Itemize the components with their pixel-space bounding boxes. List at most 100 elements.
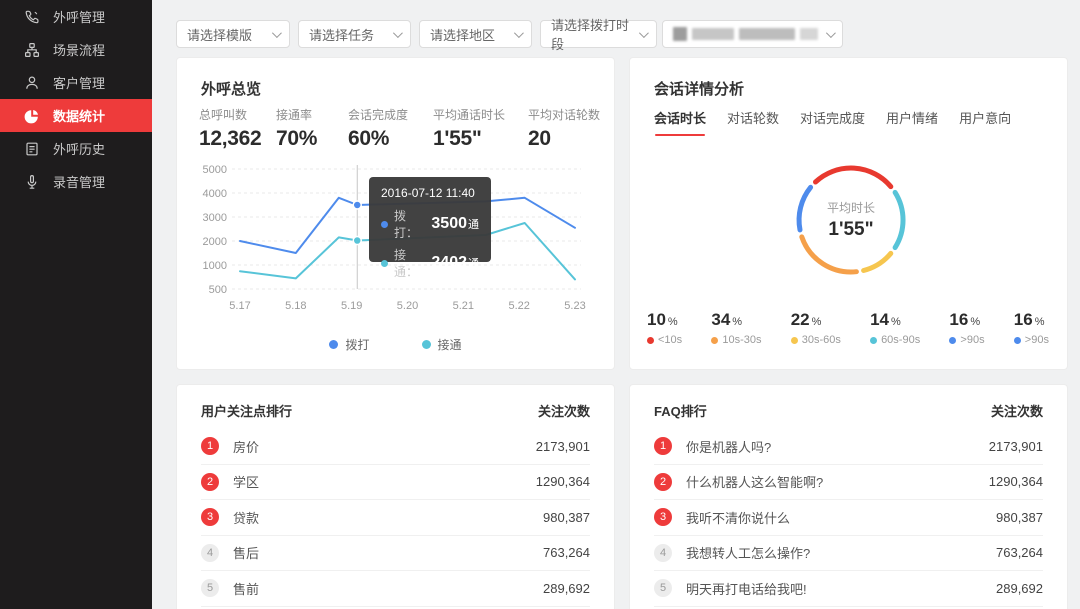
tooltip-datetime: 2016-07-12 11:40: [381, 186, 479, 200]
bucket-dot: [949, 337, 956, 344]
table-row[interactable]: 1 你是机器人吗? 2173,901: [654, 429, 1043, 465]
stat-value: 60%: [348, 127, 408, 151]
sidebar: 外呼管理 场景流程 客户管理 数据统计 外呼历史: [0, 0, 152, 609]
stat-session-completion: 会话完成度 60%: [348, 106, 408, 151]
table-row[interactable]: 4 我想转人工怎么操作? 763,264: [654, 536, 1043, 572]
rank-value: 980,387: [543, 510, 590, 525]
table-row[interactable]: 5 明天再打电话给我吧! 289,692: [654, 571, 1043, 607]
svg-text:5.17: 5.17: [229, 300, 250, 312]
svg-text:5.20: 5.20: [397, 300, 418, 312]
bucket-label: 30s-60s: [802, 334, 841, 346]
stat-value: 1'55": [433, 127, 505, 151]
avg-duration-value: 1'55": [828, 219, 873, 241]
card-title: 外呼总览: [201, 78, 261, 99]
region-select[interactable]: 请选择地区: [419, 20, 532, 48]
percent-sign: %: [732, 316, 742, 328]
line-chart-area[interactable]: 500100020003000400050005.175.185.195.205…: [187, 162, 591, 314]
stat-value: 70%: [276, 127, 317, 151]
svg-text:4000: 4000: [203, 188, 227, 200]
tooltip-unit: 通: [468, 255, 479, 271]
rank-label: 我听不清你说什么: [686, 508, 790, 527]
rank-badge: 2: [654, 473, 672, 491]
legend-item-dialed[interactable]: 拨打: [329, 336, 369, 353]
dstat-gt90s: 16% >90s: [949, 310, 984, 346]
rank-value: 980,387: [996, 510, 1043, 525]
ranking-title: FAQ排行: [654, 401, 707, 420]
tab-user-intent[interactable]: 用户意向: [959, 108, 1011, 136]
rank-label: 学区: [233, 472, 259, 491]
redacted-selection: [673, 27, 818, 41]
sidebar-item-outbound-management[interactable]: 外呼管理: [0, 0, 152, 33]
rank-value: 763,264: [996, 545, 1043, 560]
tab-dialog-completion[interactable]: 对话完成度: [800, 108, 865, 136]
template-select-placeholder: 请选择模版: [187, 25, 264, 44]
sidebar-item-label: 录音管理: [53, 172, 105, 191]
session-analysis-card: 会话详情分析 会话时长 对话轮数 对话完成度 用户情绪 用户意向 平均时长 1'…: [629, 57, 1068, 370]
stat-label: 接通率: [276, 106, 317, 123]
chevron-down-icon: [393, 28, 403, 38]
bucket-label: >90s: [1025, 334, 1049, 346]
tab-user-sentiment[interactable]: 用户情绪: [886, 108, 938, 136]
template-select[interactable]: 请选择模版: [176, 20, 290, 48]
analysis-tabs: 会话时长 对话轮数 对话完成度 用户情绪 用户意向: [654, 108, 1032, 136]
dstat-value: 14: [870, 310, 889, 329]
rank-label: 贷款: [233, 508, 259, 527]
stat-label: 总呼叫数: [199, 106, 261, 123]
svg-text:5.23: 5.23: [564, 300, 585, 312]
donut-chart-area[interactable]: 平均时长 1'55": [791, 160, 911, 280]
svg-text:2000: 2000: [203, 236, 227, 248]
sidebar-item-recording-management[interactable]: 录音管理: [0, 165, 152, 198]
percent-sign: %: [891, 316, 901, 328]
legend-item-connected[interactable]: 接通: [422, 336, 462, 353]
table-row[interactable]: 4 售后 763,264: [201, 536, 590, 572]
sidebar-item-outbound-history[interactable]: 外呼历史: [0, 132, 152, 165]
svg-text:3000: 3000: [203, 212, 227, 224]
bucket-dot: [711, 337, 718, 344]
tooltip-unit: 通: [468, 216, 479, 232]
dstat-value: 10: [647, 310, 666, 329]
rank-label: 你是机器人吗?: [686, 437, 771, 456]
microphone-icon: [24, 174, 40, 190]
tab-dialog-rounds[interactable]: 对话轮数: [727, 108, 779, 136]
sidebar-item-data-statistics[interactable]: 数据统计: [0, 99, 152, 132]
dstat-60s-90s: 14% 60s-90s: [870, 310, 920, 346]
connected-series-dot: [381, 260, 388, 267]
sidebar-item-scene-flow[interactable]: 场景流程: [0, 33, 152, 66]
bucket-label: 60s-90s: [881, 334, 920, 346]
rank-value: 1290,364: [536, 474, 590, 489]
customer-icon: [24, 75, 40, 91]
stat-total-calls: 总呼叫数 12,362: [199, 106, 261, 151]
card-title: 会话详情分析: [654, 78, 744, 99]
stat-connect-rate: 接通率 70%: [276, 106, 317, 151]
outbound-overview-card: 外呼总览 总呼叫数 12,362 接通率 70% 会话完成度 60% 平均通话时…: [176, 57, 615, 370]
dstat-lt10s: 10% <10s: [647, 310, 682, 346]
user-focus-ranking-card: 用户关注点排行 关注次数 1 房价 2173,901 2 学区 1290,364…: [176, 384, 615, 609]
call-period-select[interactable]: 请选择拨打时段: [540, 20, 657, 48]
ranking-column-header: 关注次数: [991, 401, 1043, 420]
dstat-value: 34: [711, 310, 730, 329]
percent-sign: %: [1035, 316, 1045, 328]
rank-badge: 3: [201, 508, 219, 526]
flow-icon: [24, 42, 40, 58]
table-row[interactable]: 1 房价 2173,901: [201, 429, 590, 465]
sidebar-item-customer-management[interactable]: 客户管理: [0, 66, 152, 99]
donut-center-label: 平均时长 1'55": [791, 160, 911, 280]
rank-badge: 1: [201, 437, 219, 455]
dashboard-page: 外呼管理 场景流程 客户管理 数据统计 外呼历史: [0, 0, 1080, 609]
tab-session-duration[interactable]: 会话时长: [654, 108, 706, 136]
table-row[interactable]: 3 贷款 980,387: [201, 500, 590, 536]
redacted-select[interactable]: [662, 20, 843, 48]
connected-legend-dot: [422, 340, 431, 349]
table-row[interactable]: 2 什么机器人这么智能啊? 1290,364: [654, 465, 1043, 501]
rank-badge: 5: [201, 579, 219, 597]
sidebar-item-label: 外呼历史: [53, 139, 105, 158]
dstat-value: 22: [791, 310, 810, 329]
table-row[interactable]: 5 售前 289,692: [201, 571, 590, 607]
tooltip-label: 拨打：: [394, 207, 427, 241]
tooltip-row-connected: 接通： 2402 通: [381, 246, 479, 280]
tooltip-row-dialed: 拨打： 3500 通: [381, 207, 479, 241]
table-row[interactable]: 3 我听不清你说什么 980,387: [654, 500, 1043, 536]
svg-text:5.22: 5.22: [508, 300, 529, 312]
table-row[interactable]: 2 学区 1290,364: [201, 465, 590, 501]
task-select[interactable]: 请选择任务: [298, 20, 411, 48]
